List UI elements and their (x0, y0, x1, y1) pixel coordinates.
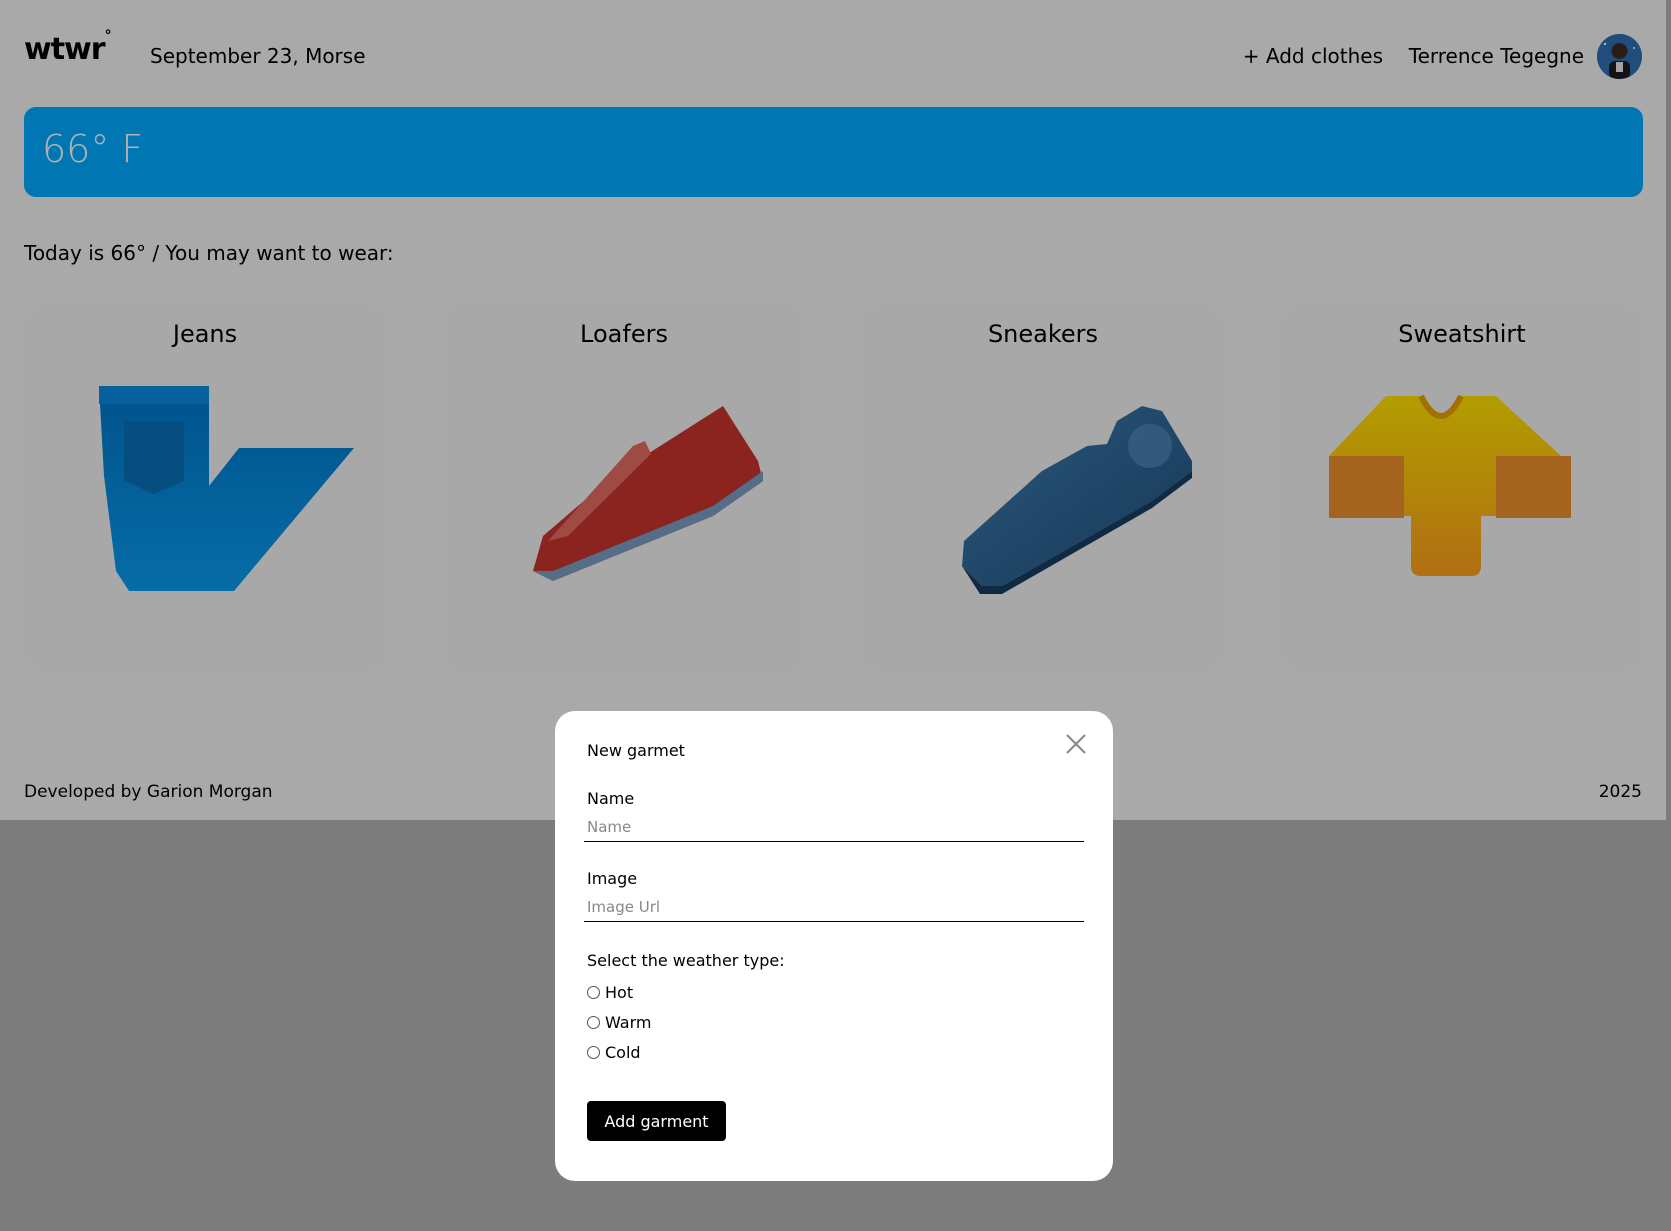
close-icon[interactable] (1065, 733, 1087, 755)
radio-button[interactable] (587, 1016, 600, 1029)
radio-label: Cold (605, 1043, 641, 1062)
image-label: Image (587, 869, 638, 888)
name-label: Name (587, 789, 635, 808)
radio-cold[interactable]: Cold (587, 1043, 641, 1062)
radio-label: Hot (605, 983, 634, 1002)
add-garment-button[interactable]: Add garment (587, 1101, 726, 1141)
add-garment-modal: New garmet Name Image Select the weather… (555, 711, 1113, 1181)
radio-hot[interactable]: Hot (587, 983, 633, 1002)
name-input[interactable] (584, 812, 1084, 842)
radio-button[interactable] (587, 986, 600, 999)
radio-label: Warm (605, 1013, 652, 1032)
weather-type-label: Select the weather type: (587, 951, 785, 970)
modal-title: New garmet (587, 741, 685, 760)
radio-warm[interactable]: Warm (587, 1013, 651, 1032)
radio-button[interactable] (587, 1046, 600, 1059)
image-url-input[interactable] (584, 892, 1084, 922)
